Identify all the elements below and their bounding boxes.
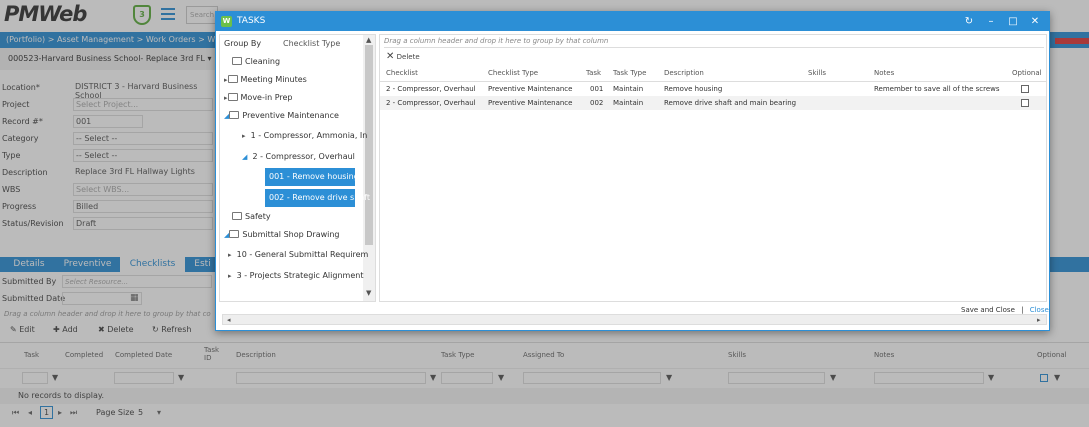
cell-task-type: Maintain bbox=[613, 99, 644, 107]
optional-checkbox[interactable] bbox=[1021, 85, 1029, 93]
minimize-icon[interactable]: – bbox=[984, 15, 998, 28]
close-icon[interactable]: ✕ bbox=[1028, 15, 1042, 28]
close-icon: ✕ bbox=[386, 51, 395, 62]
scroll-left-icon[interactable]: ◂ bbox=[227, 316, 231, 324]
group-drag-area[interactable]: Drag a column header and drop it here to… bbox=[384, 37, 1044, 48]
tree-node-compressor-overhaul[interactable]: ◢ 2 - Compressor, Overhaul bbox=[242, 152, 355, 161]
dialog-horizontal-scrollbar[interactable]: ◂ ▸ bbox=[222, 314, 1047, 325]
tree-node-preventive-maintenance[interactable]: ◢ Preventive Maintenance bbox=[224, 111, 339, 120]
tree-node-move-in-prep[interactable]: ▸ Move-in Prep bbox=[224, 93, 293, 102]
expand-arrow-icon[interactable]: ▸ bbox=[224, 94, 228, 102]
optional-checkbox[interactable] bbox=[1021, 99, 1029, 107]
cell-task: 002 bbox=[590, 99, 604, 107]
dialog-footer-actions: Save and Close | Close bbox=[961, 306, 1049, 314]
table-row[interactable]: 2 - Compressor, Overhaul Preventive Main… bbox=[380, 82, 1046, 96]
folder-icon bbox=[232, 212, 242, 220]
tree-node-general-submittal[interactable]: ▸ 10 - General Submittal Requirem bbox=[228, 250, 368, 259]
cell-task: 001 bbox=[590, 85, 604, 93]
tasks-dialog: W TASKS ↻ – □ ✕ Group By Checklist Type … bbox=[215, 11, 1050, 331]
tree-node-task-001[interactable]: 001 - Remove housing bbox=[265, 168, 359, 186]
folder-icon bbox=[229, 230, 240, 238]
maximize-icon[interactable]: □ bbox=[1006, 15, 1020, 28]
tree-node-safety[interactable]: Safety bbox=[232, 212, 271, 221]
expand-arrow-icon[interactable]: ▸ bbox=[224, 76, 228, 84]
dialog-title: TASKS bbox=[237, 16, 266, 26]
tree-node-cleaning[interactable]: Cleaning bbox=[232, 57, 280, 66]
close-button[interactable]: Close bbox=[1030, 306, 1049, 314]
expand-arrow-icon[interactable]: ▸ bbox=[228, 251, 232, 259]
dialog-titlebar[interactable]: W TASKS ↻ – □ ✕ bbox=[216, 12, 1049, 31]
cell-notes: Remember to save all of the screws bbox=[874, 85, 1000, 93]
folder-icon bbox=[229, 111, 240, 119]
scroll-right-icon[interactable]: ▸ bbox=[1037, 316, 1041, 324]
cell-description: Remove housing bbox=[664, 85, 723, 93]
folder-icon bbox=[227, 75, 238, 83]
scroll-down-icon[interactable]: ▼ bbox=[366, 289, 371, 297]
cell-description: Remove drive shaft and main bearing bbox=[664, 99, 797, 107]
tasks-grid-pane: Drag a column header and drop it here to… bbox=[379, 34, 1047, 302]
cell-checklist: 2 - Compressor, Overhaul bbox=[386, 99, 476, 107]
tree-node-submittal-shop-drawing[interactable]: ◢ Submittal Shop Drawing bbox=[224, 230, 340, 239]
table-row[interactable]: 2 - Compressor, Overhaul Preventive Main… bbox=[380, 96, 1046, 110]
group-by-select[interactable]: Checklist Type bbox=[283, 39, 340, 48]
scroll-up-icon[interactable]: ▲ bbox=[366, 36, 371, 44]
save-and-close-button[interactable]: Save and Close bbox=[961, 306, 1015, 314]
tree-node-meeting-minutes[interactable]: ▸ Meeting Minutes bbox=[224, 75, 307, 84]
delete-button[interactable]: ✕ Delete bbox=[386, 51, 420, 62]
cell-task-type: Maintain bbox=[613, 85, 644, 93]
refresh-icon[interactable]: ↻ bbox=[962, 15, 976, 28]
tree-node-projects-strategic[interactable]: ▸ 3 - Projects Strategic Alignment bbox=[228, 271, 363, 280]
group-by-label: Group By bbox=[224, 39, 262, 48]
folder-icon bbox=[227, 93, 238, 101]
collapse-arrow-icon[interactable]: ◢ bbox=[242, 153, 247, 161]
expand-arrow-icon[interactable]: ▸ bbox=[228, 272, 232, 280]
tree-node-task-002[interactable]: 002 - Remove drive shaft bbox=[265, 189, 370, 207]
cell-checklist-type: Preventive Maintenance bbox=[488, 85, 573, 93]
cell-checklist: 2 - Compressor, Overhaul bbox=[386, 85, 476, 93]
group-tree-pane: Group By Checklist Type ▲ ▼ Cleaning ▸ Me… bbox=[219, 34, 376, 302]
tree-node-compressor-ammonia[interactable]: ▸ 1 - Compressor, Ammonia, In bbox=[242, 131, 367, 140]
tree-scroll-thumb[interactable] bbox=[365, 45, 373, 245]
app-logo-icon: W bbox=[221, 16, 232, 27]
cell-checklist-type: Preventive Maintenance bbox=[488, 99, 573, 107]
expand-arrow-icon[interactable]: ▸ bbox=[242, 132, 246, 140]
folder-icon bbox=[232, 57, 242, 65]
separator: | bbox=[1021, 306, 1024, 314]
